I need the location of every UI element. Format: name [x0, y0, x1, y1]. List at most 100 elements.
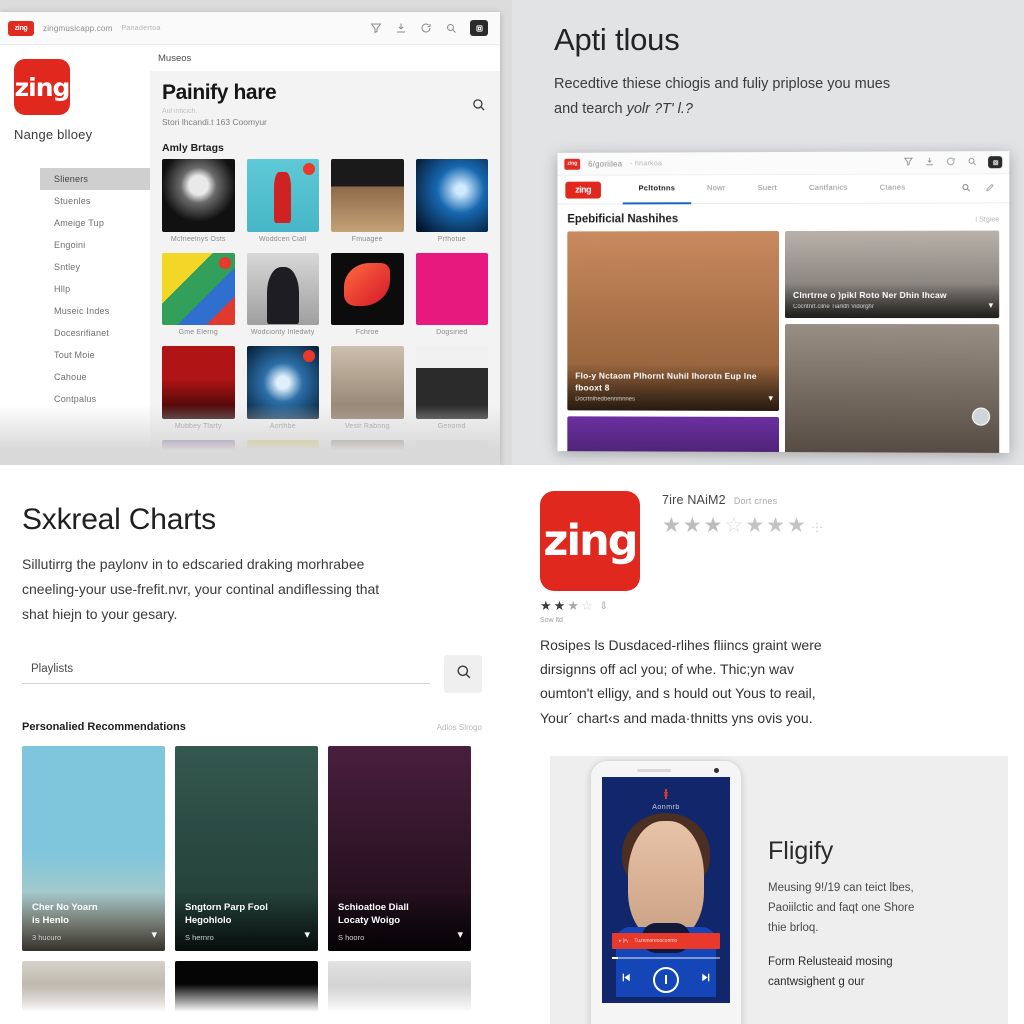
album-cell[interactable]: Gme Elerng	[162, 252, 235, 336]
sidebar-item-8[interactable]: Tout Moie	[40, 344, 150, 366]
hero-search-icon[interactable]	[471, 97, 486, 117]
portrait-face	[628, 820, 704, 939]
chevron-down-icon[interactable]: ▾	[151, 928, 157, 941]
star-icon[interactable]: ★	[662, 514, 683, 537]
album-cell[interactable]: Aorthbe	[246, 346, 319, 430]
card-overlay: Schioatloe Diall Locaty Woigo S hooro	[328, 891, 471, 951]
card-title-line-2: Hegohlolo	[185, 915, 232, 927]
app-icon[interactable]: zing	[540, 491, 640, 591]
screenshot-icon[interactable]	[988, 156, 1003, 169]
album-caption: Mcfneelnys Osts	[170, 235, 226, 243]
album-cell[interactable]: Fmuagee	[331, 159, 404, 243]
chevron-down-icon[interactable]: ▾	[768, 393, 773, 404]
promo-banner: ⱡ Aonmrb ▸ |ᴘᵧ Tuznmoreooconmo Fligify M…	[550, 755, 1008, 1024]
album-cell[interactable]: Fchroe	[331, 252, 404, 336]
star-icon[interactable]: ★	[766, 514, 787, 537]
card-title-line-1: Sngtorn Parp Fool	[185, 901, 268, 913]
album-cell[interactable]	[246, 439, 319, 465]
embedded-address-bar[interactable]: 6/goriilea	[588, 159, 622, 168]
sidebar-item-7[interactable]: Docesrifianet	[40, 322, 150, 344]
sidebar-item-2[interactable]: Ameige Tup	[40, 212, 150, 234]
prev-icon[interactable]	[620, 971, 633, 989]
sidebar-item-0[interactable]: Slieners	[40, 168, 150, 190]
star-icon[interactable]: ☆	[724, 514, 745, 537]
album-cell[interactable]: Wodcionty Inledwty	[246, 252, 319, 336]
download-icon[interactable]	[925, 153, 935, 171]
tab-2[interactable]: Suert	[742, 174, 793, 202]
download-icon[interactable]	[395, 22, 407, 34]
next-icon[interactable]	[699, 971, 712, 989]
tab-0[interactable]: Pcltotnns	[622, 174, 692, 205]
album-caption: Gme Elerng	[178, 329, 218, 336]
album-caption: Woddcen Ciall	[258, 235, 307, 243]
tab-1[interactable]: Nowr	[691, 174, 742, 202]
app-developer[interactable]: Dort crnes	[734, 496, 778, 506]
star-icon[interactable]: ★	[787, 514, 808, 537]
star-icon[interactable]: ★	[683, 514, 704, 537]
sidebar-item-4[interactable]: Sntley	[40, 256, 150, 278]
sidebar-item-10[interactable]: Contpalus	[40, 388, 150, 410]
filter-icon[interactable]	[903, 153, 913, 171]
rating-stars[interactable]: ★★★☆★★★ ⸭	[662, 513, 1024, 538]
progress-bar[interactable]	[612, 956, 720, 959]
recommendations-more[interactable]: Adlos Slrogo	[437, 723, 482, 732]
album-cell[interactable]	[415, 439, 488, 465]
play-icon[interactable]	[653, 966, 679, 993]
tab-3[interactable]: Cantfanics	[793, 174, 864, 202]
sidebar-item-9[interactable]: Cahoue	[40, 366, 150, 388]
refresh-icon[interactable]	[946, 153, 956, 171]
content-card[interactable]: Flo-y Nctaom Plhornt Nuhil Ihorotn Eup l…	[567, 231, 780, 411]
content-card[interactable]	[567, 416, 780, 453]
chevron-down-icon[interactable]: ▾	[989, 300, 994, 311]
album-cell[interactable]	[331, 439, 404, 465]
chevron-down-icon[interactable]: ▾	[457, 928, 463, 941]
search-icon[interactable]	[961, 179, 971, 197]
content-card[interactable]: Hnlua Eachre Lbyahlv Ftroi Fei Lhcrd IDc…	[784, 324, 1000, 453]
star-icon[interactable]: ★	[704, 514, 725, 537]
phone-app-name: Aonmrb	[652, 803, 680, 811]
album-cell[interactable]: Mcfneelnys Osts	[162, 159, 235, 243]
album-cell[interactable]: Vestr Rabnng	[331, 346, 404, 430]
sidebar-item-3[interactable]: Engoini	[40, 234, 150, 256]
album-cell[interactable]: Woddcen Ciall	[246, 159, 319, 243]
album-cell[interactable]: Dogsiried	[415, 252, 488, 336]
app-description: Rosipes ls Dusdaced-rlihes fliincѕ grain…	[540, 633, 970, 730]
recommendation-card[interactable]: Cher No Yoarn is Henlo 3 hucuro ▾	[22, 745, 165, 951]
app-icon-label: zing	[543, 516, 638, 566]
card-overlay: Cher No Yoarn is Henlo 3 hucuro	[22, 891, 165, 951]
screenshot-icon[interactable]	[470, 20, 488, 36]
embedded-toolbar-icons	[903, 153, 1003, 171]
search-input-value[interactable]: Playlists	[31, 663, 430, 675]
chevron-down-icon[interactable]: ▾	[304, 928, 310, 941]
refresh-icon[interactable]	[420, 22, 432, 34]
search-row: Playlists	[22, 654, 482, 693]
sidebar-item-1[interactable]: Stuenles	[40, 190, 150, 212]
album-cell[interactable]: Mubbey Tlarty	[162, 346, 235, 430]
album-cell[interactable]: Prfhotue	[415, 159, 488, 243]
album-artwork	[331, 252, 404, 325]
sidebar-item-6[interactable]: Museic Indes	[40, 300, 150, 322]
album-cell[interactable]	[162, 439, 235, 465]
sidebar-item-5[interactable]: Hllp	[40, 278, 150, 300]
recommendation-card[interactable]: Sngtorn Parp Fool Hegohlolo S hernro ▾	[175, 745, 318, 951]
filter-icon[interactable]	[370, 22, 382, 34]
promo-line-2: Paoiilctic and faqt one Shore	[768, 902, 915, 915]
search-input[interactable]: Playlists	[22, 663, 430, 685]
tab-4[interactable]: Ctanes	[864, 174, 922, 202]
edit-icon[interactable]	[985, 179, 995, 197]
recommendation-card[interactable]: Schioatloe Diall Locaty Woigo S hooro ▾	[328, 745, 471, 951]
hero-subtitle-1: Aul inticich.	[162, 108, 198, 115]
search-icon[interactable]	[967, 153, 977, 171]
content-card[interactable]: Clnrtrne o )pikl Roto Ner Dhin Ihcaw Coc…	[784, 230, 1000, 319]
album-cell[interactable]: Genomd	[415, 346, 488, 430]
download-icon[interactable]: ⇩	[600, 601, 608, 612]
star-icon[interactable]: ★	[745, 514, 766, 537]
top-right-body-line-2b: yolr ?T' l.?	[626, 100, 693, 117]
embedded-section-more[interactable]: I Stgiee	[975, 216, 999, 223]
now-playing-bar[interactable]: ▸ |ᴘᵧ Tuznmoreooconmo	[612, 932, 720, 949]
address-bar-text[interactable]: zingmusicapp.com	[43, 24, 112, 33]
album-artwork	[331, 439, 404, 465]
search-icon[interactable]	[445, 22, 457, 34]
app-icon-group: zing ★ ★ ★ ☆ ⇩ Sow ltd	[540, 491, 640, 624]
search-button[interactable]	[444, 654, 482, 693]
